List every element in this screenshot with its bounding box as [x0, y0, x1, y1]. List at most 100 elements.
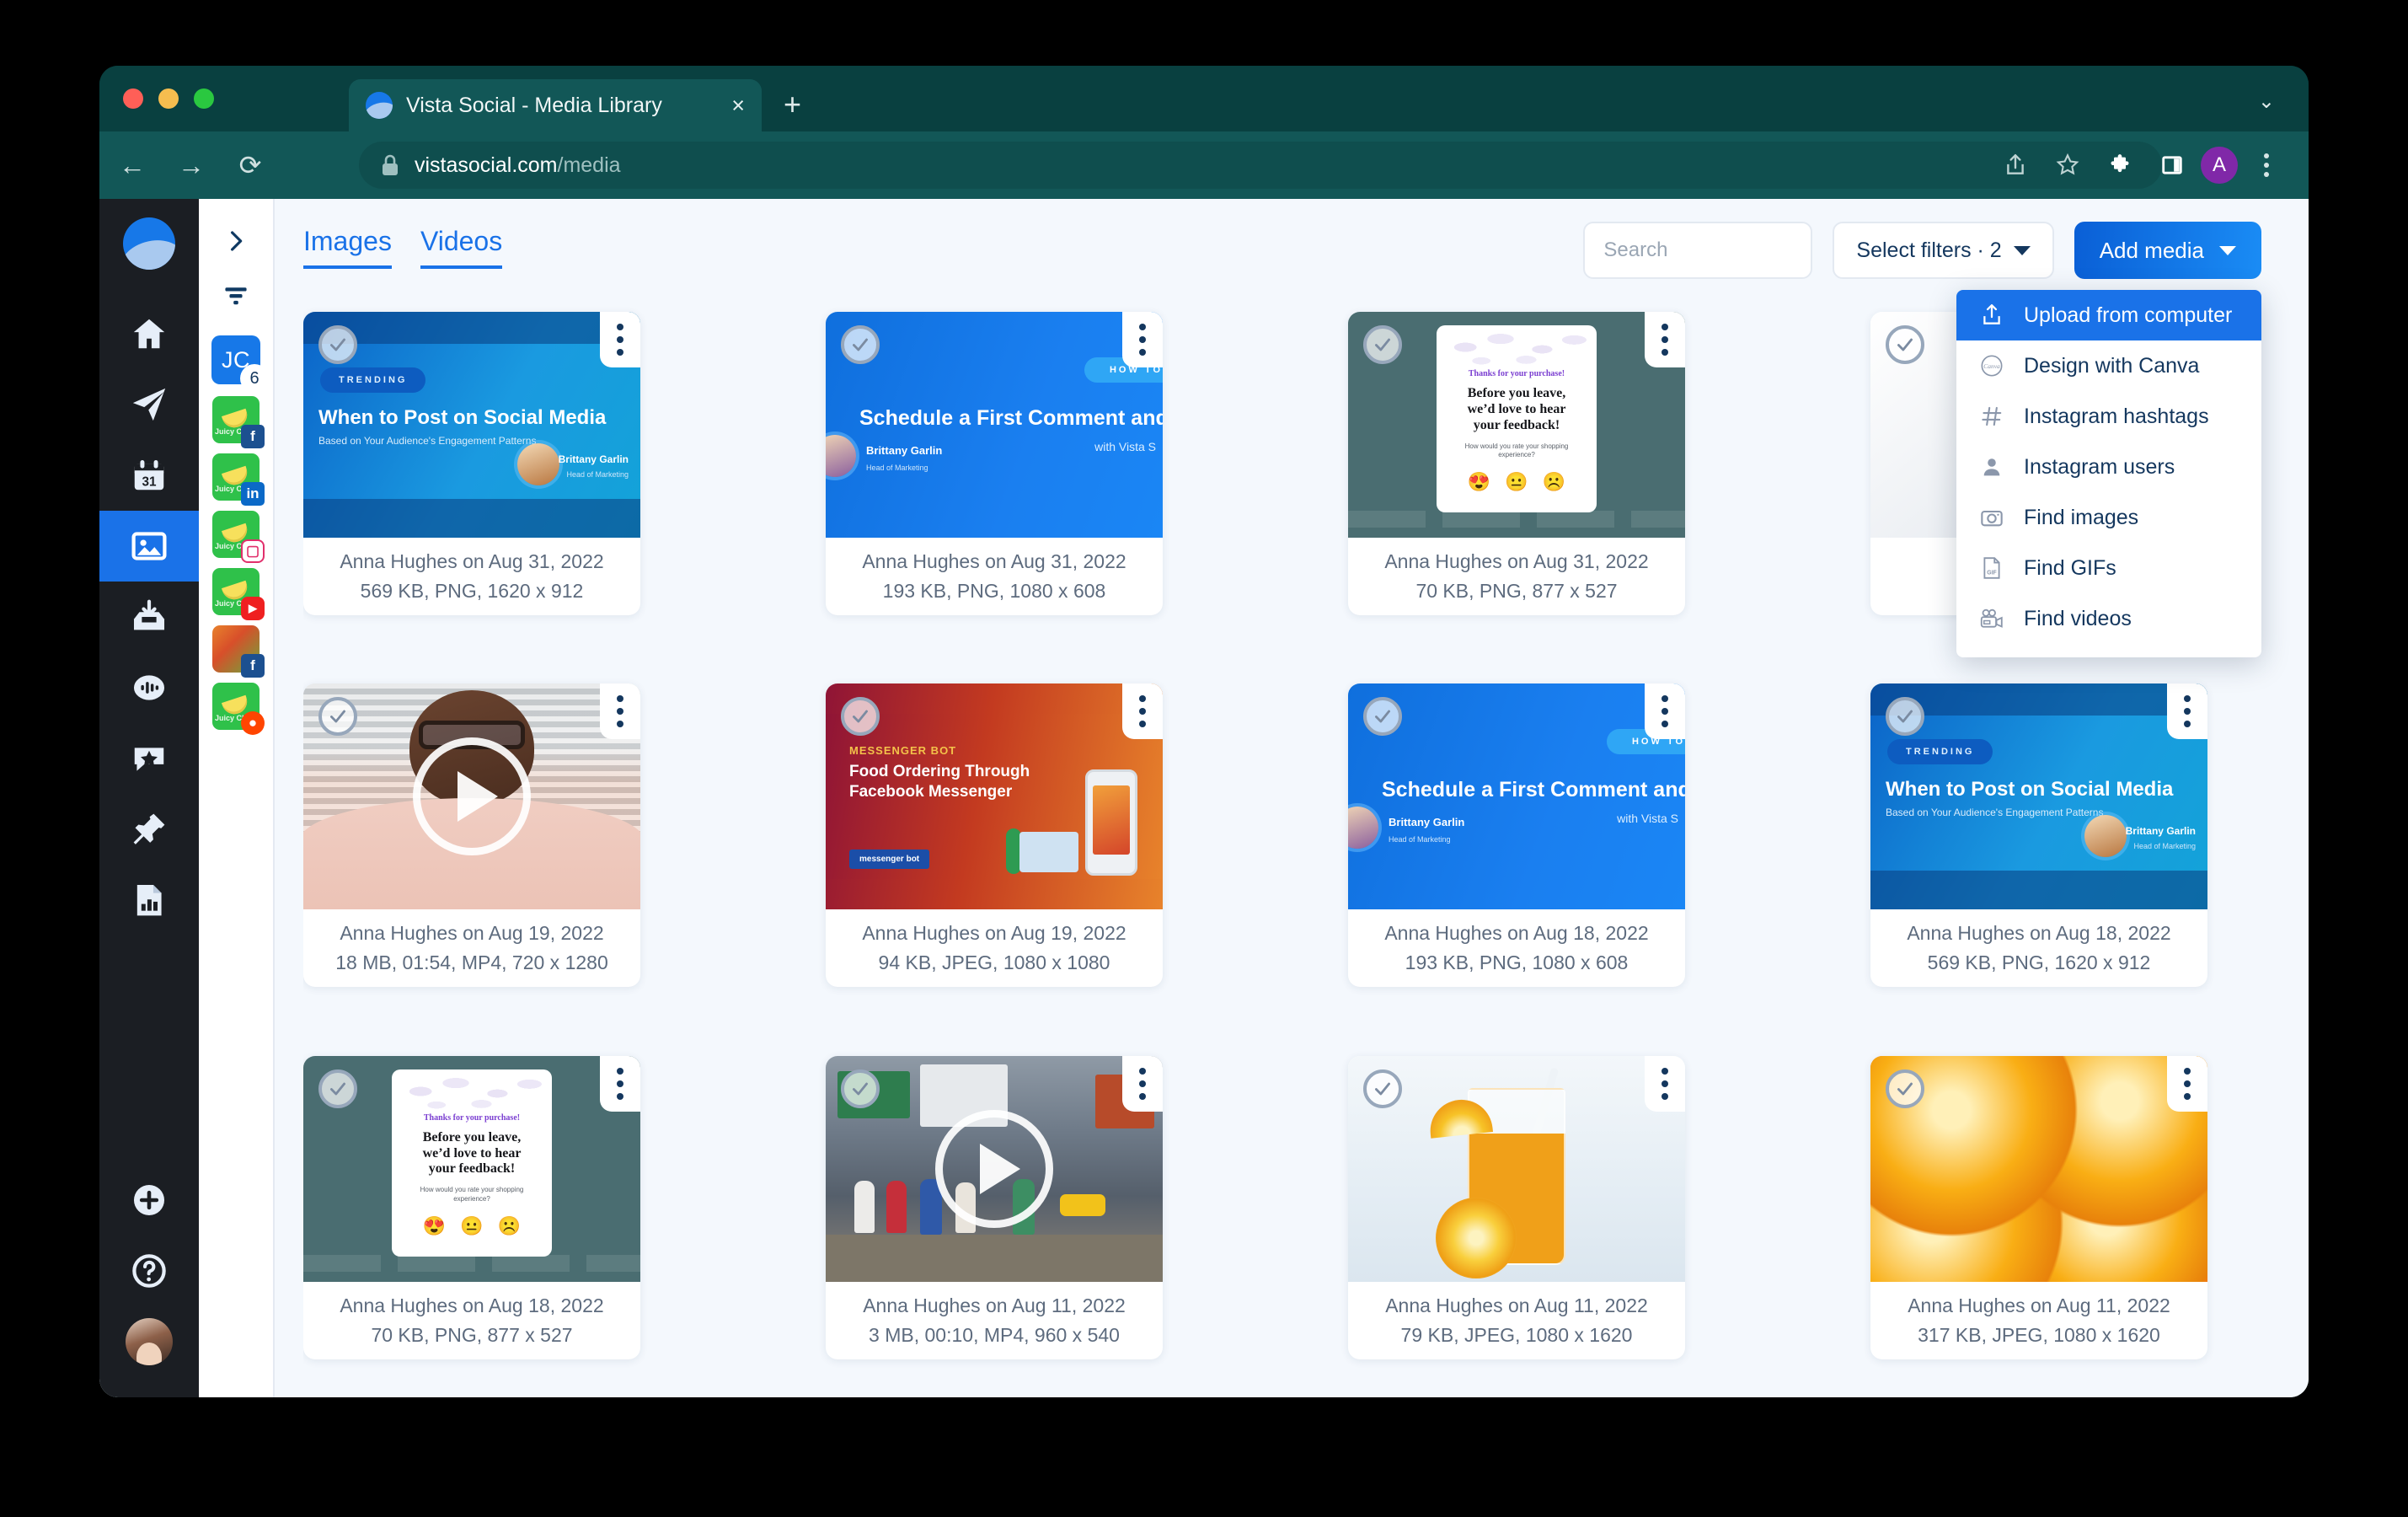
media-card[interactable]: Anna Hughes on Aug 19, 2022 18 MB, 01:54,…	[303, 683, 640, 988]
account-chip-fruit-page-facebook[interactable]: f	[212, 625, 265, 678]
select-checkbox[interactable]	[841, 325, 880, 364]
card-options-menu-icon[interactable]	[1122, 1055, 1163, 1112]
extensions-puzzle-icon[interactable]	[2096, 142, 2143, 189]
side-panel-icon[interactable]	[2148, 142, 2196, 189]
select-checkbox[interactable]	[1363, 325, 1402, 364]
media-card[interactable]: HOW TO Schedule a First Comment and Lwith…	[826, 312, 1163, 615]
filter-icon[interactable]	[214, 278, 258, 314]
select-checkbox[interactable]	[1886, 1069, 1924, 1108]
card-options-menu-icon[interactable]	[600, 683, 640, 740]
media-card[interactable]: Thanks for your purchase!Before you leav…	[303, 1055, 640, 1359]
new-tab-button[interactable]: +	[784, 89, 801, 120]
card-options-menu-icon[interactable]	[1645, 312, 1685, 367]
menu-item-design-with-canva[interactable]: Canva Design with Canva	[1956, 340, 2261, 391]
select-checkbox[interactable]	[841, 697, 880, 737]
sidebar-item-reviews[interactable]	[99, 723, 199, 794]
media-card[interactable]: Anna Hughes on Aug 11, 2022 79 KB, JPEG, …	[1348, 1055, 1685, 1359]
card-options-menu-icon[interactable]	[1122, 312, 1163, 367]
select-filters-button[interactable]: Select filters · 2	[1833, 222, 2054, 279]
media-thumbnail[interactable]	[1870, 1055, 2207, 1282]
chevron-down-icon[interactable]: ⌄	[2258, 89, 2275, 114]
card-options-menu-icon[interactable]	[600, 1055, 640, 1112]
menu-item-find-videos[interactable]: Find videos	[1956, 593, 2261, 644]
play-icon[interactable]	[935, 1109, 1053, 1228]
sidebar-item-media-library[interactable]	[99, 511, 199, 582]
maximize-window-button[interactable]	[194, 88, 214, 109]
tab-videos[interactable]: Videos	[420, 226, 503, 269]
browser-profile-avatar[interactable]: A	[2201, 147, 2238, 184]
card-options-menu-icon[interactable]	[1645, 1055, 1685, 1112]
sidebar-item-inbox[interactable]	[99, 582, 199, 652]
back-button[interactable]: ←	[106, 139, 158, 191]
add-new-button[interactable]	[99, 1165, 199, 1236]
menu-item-instagram-users[interactable]: Instagram users	[1956, 442, 2261, 492]
account-chip-juicy-chills-youtube[interactable]: Juicy Chills ▶	[212, 568, 265, 620]
account-chip-juicy-chills-linkedin[interactable]: Juicy Chills in	[212, 453, 265, 506]
media-card[interactable]: TRENDING When to Post on Social Media Base…	[1870, 683, 2207, 988]
media-card[interactable]: Anna Hughes on Aug 11, 2022 3 MB, 00:10, …	[826, 1055, 1163, 1359]
account-chip-juicy-chills-reddit[interactable]: Juicy Chills ●	[212, 683, 265, 735]
select-checkbox[interactable]	[318, 325, 357, 364]
sidebar-item-calendar[interactable]: 31	[99, 440, 199, 511]
select-checkbox[interactable]	[1886, 325, 1924, 364]
share-icon[interactable]	[1992, 142, 2039, 189]
avatar[interactable]	[126, 1318, 173, 1365]
tab-images[interactable]: Images	[303, 226, 392, 269]
sidebar-item-publish[interactable]	[99, 369, 199, 440]
card-options-menu-icon[interactable]	[600, 312, 640, 367]
card-options-menu-icon[interactable]	[1645, 683, 1685, 740]
close-tab-icon[interactable]: ×	[731, 94, 745, 117]
media-thumbnail[interactable]	[1348, 1055, 1685, 1282]
sidebar-item-listening[interactable]	[99, 652, 199, 723]
forward-button[interactable]: →	[165, 139, 217, 191]
vista-social-logo-icon[interactable]	[123, 217, 175, 270]
media-card[interactable]: MESSENGER BOT Food Ordering Through Facebo…	[826, 683, 1163, 988]
card-options-menu-icon[interactable]	[1122, 683, 1163, 740]
select-checkbox[interactable]	[841, 1069, 880, 1108]
media-thumbnail[interactable]: TRENDING When to Post on Social Media Base…	[303, 312, 640, 538]
media-thumbnail[interactable]: HOW TO Schedule a First Comment and Lwith…	[826, 312, 1163, 538]
select-checkbox[interactable]	[1886, 697, 1924, 737]
media-thumbnail[interactable]	[303, 683, 640, 910]
address-bar[interactable]: vistasocial.com/media	[359, 142, 2162, 189]
account-chip-juicy-chills-facebook[interactable]: Juicy Chills f	[212, 396, 265, 448]
menu-item-find-images[interactable]: Find images	[1956, 492, 2261, 543]
media-thumbnail[interactable]: MESSENGER BOT Food Ordering Through Facebo…	[826, 683, 1163, 910]
reload-button[interactable]: ⟳	[224, 139, 276, 191]
search-box[interactable]	[1583, 222, 1813, 279]
card-options-menu-icon[interactable]	[2167, 683, 2207, 740]
account-chip-juicy-chills-instagram[interactable]: Juicy Chills ▢	[212, 511, 265, 563]
media-thumbnail[interactable]	[826, 1055, 1163, 1282]
card-options-menu-icon[interactable]	[2167, 1055, 2207, 1112]
browser-menu-icon[interactable]	[2243, 142, 2290, 189]
media-thumbnail[interactable]: Thanks for your purchase!Before you leav…	[303, 1055, 640, 1282]
search-input[interactable]	[1603, 239, 1793, 262]
help-button[interactable]	[99, 1236, 199, 1306]
media-thumbnail[interactable]: Thanks for your purchase!Before you leav…	[1348, 312, 1685, 538]
media-thumbnail[interactable]: HOW TO Schedule a First Comment and Lwith…	[1348, 683, 1685, 910]
expand-sidebar-chevron-icon[interactable]	[214, 219, 258, 263]
add-media-button[interactable]: Add media	[2074, 222, 2261, 279]
select-checkbox[interactable]	[318, 697, 357, 737]
select-checkbox[interactable]	[1363, 697, 1402, 737]
sidebar-item-pinned[interactable]	[99, 794, 199, 865]
select-checkbox[interactable]	[1363, 1069, 1402, 1108]
sidebar-item-home[interactable]	[99, 298, 199, 369]
menu-item-find-gifs[interactable]: GIF Find GIFs	[1956, 543, 2261, 593]
close-window-button[interactable]	[123, 88, 143, 109]
menu-item-instagram-hashtags[interactable]: Instagram hashtags	[1956, 391, 2261, 442]
select-checkbox[interactable]	[318, 1069, 357, 1108]
media-card[interactable]: TRENDING When to Post on Social Media Base…	[303, 312, 640, 615]
menu-item-upload-from-computer[interactable]: Upload from computer	[1956, 290, 2261, 340]
media-card[interactable]: Anna Hughes on Aug 11, 2022 317 KB, JPEG,…	[1870, 1055, 2207, 1359]
user-avatar[interactable]	[99, 1306, 199, 1377]
minimize-window-button[interactable]	[158, 88, 179, 109]
media-card[interactable]: Thanks for your purchase!Before you leav…	[1348, 312, 1685, 615]
play-icon[interactable]	[413, 737, 531, 856]
bookmark-star-icon[interactable]	[2044, 142, 2091, 189]
browser-tab[interactable]: Vista Social - Media Library ×	[349, 79, 762, 131]
media-thumbnail[interactable]: TRENDING When to Post on Social Media Base…	[1870, 683, 2207, 910]
sidebar-item-reports[interactable]	[99, 865, 199, 935]
account-group-chip[interactable]: JC 6	[211, 335, 269, 393]
media-card[interactable]: HOW TO Schedule a First Comment and Lwith…	[1348, 683, 1685, 988]
